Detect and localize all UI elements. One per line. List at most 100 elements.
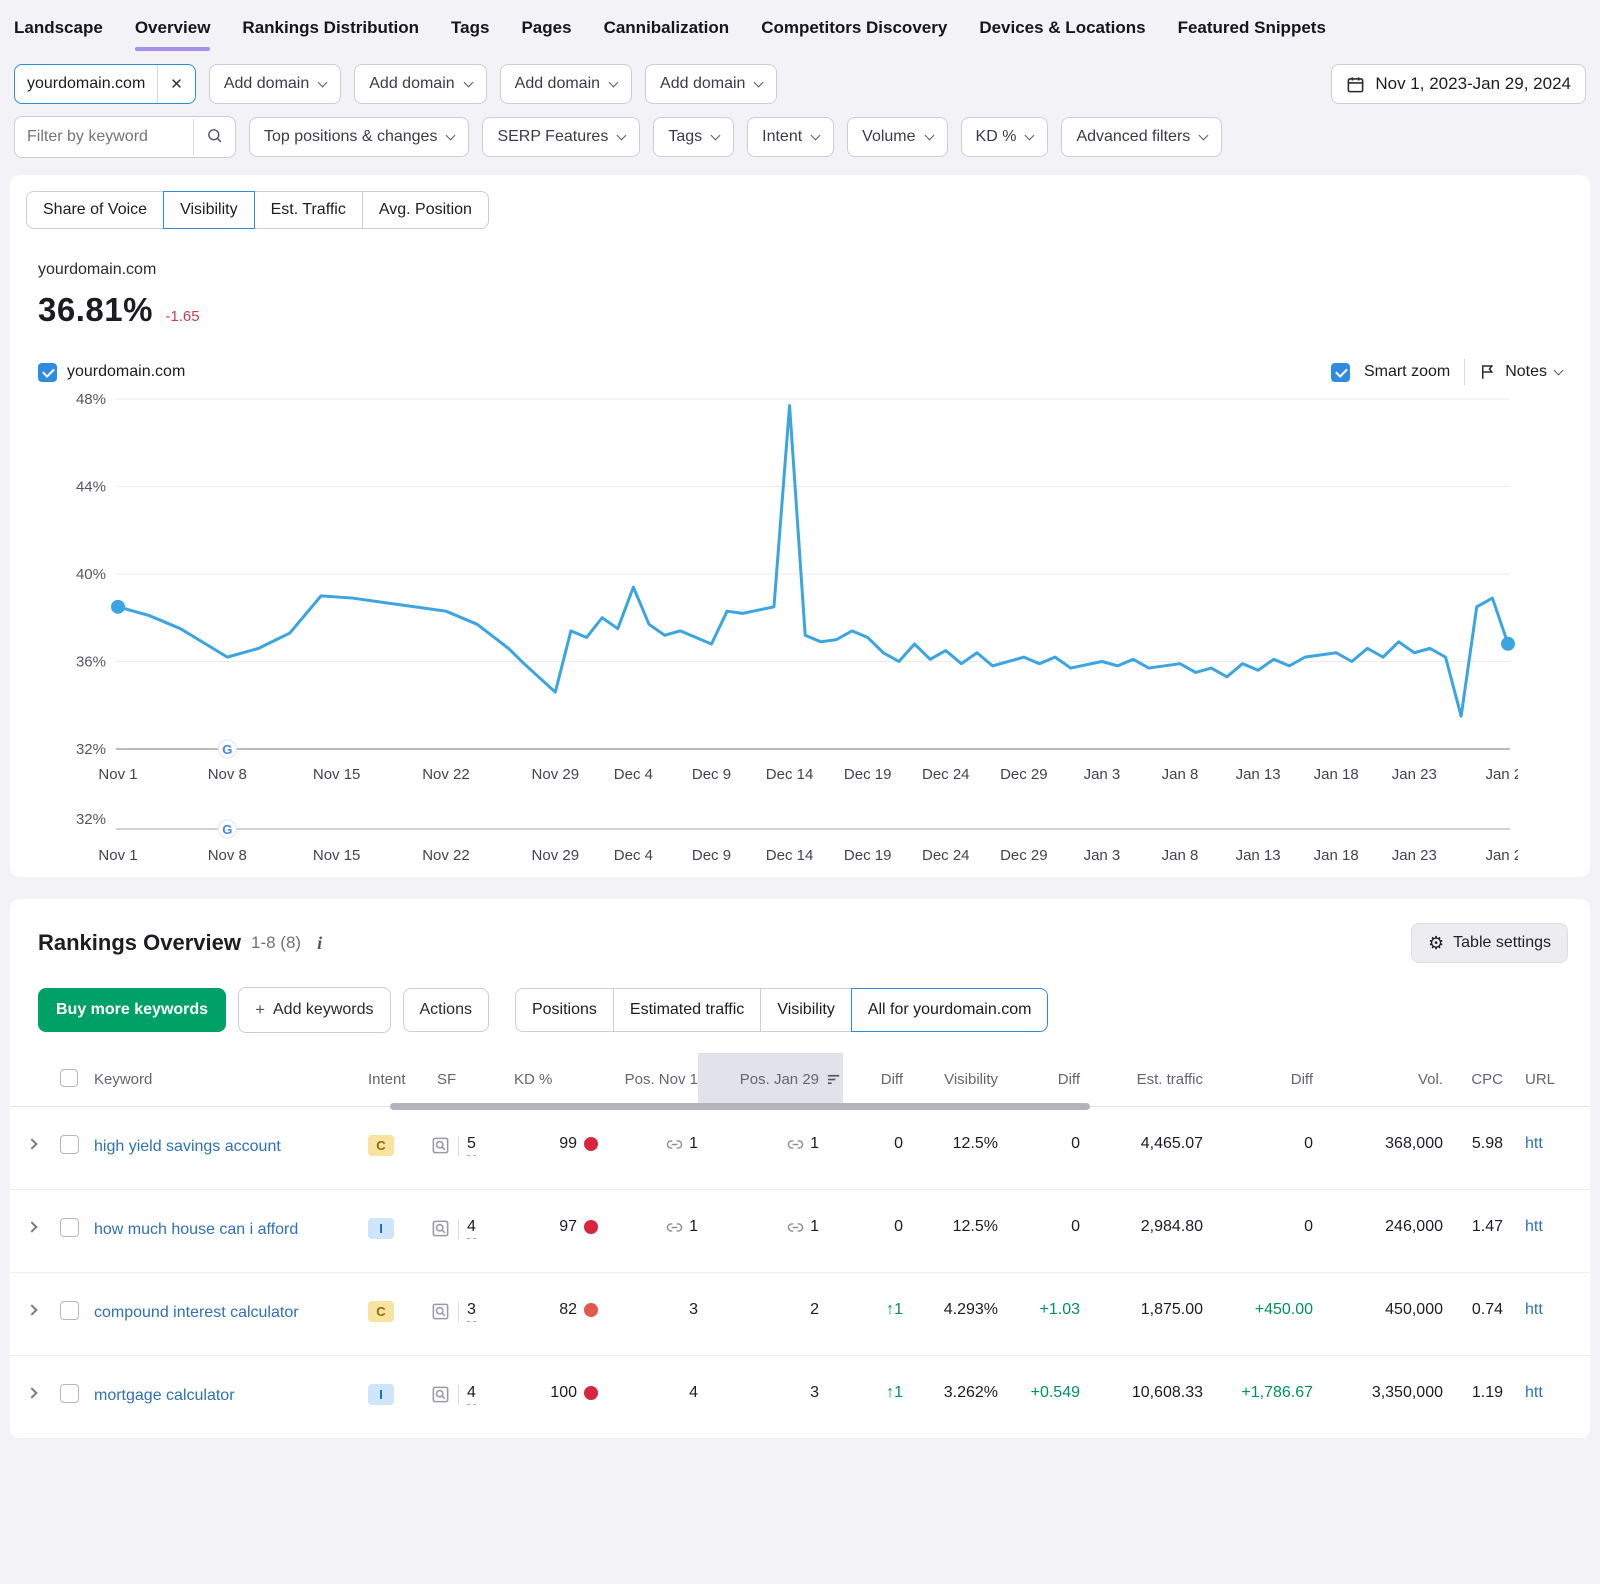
- tab-visibility[interactable]: Visibility: [163, 191, 255, 229]
- nav-tab-devices-locations[interactable]: Devices & Locations: [979, 18, 1145, 38]
- nav-tab-cannibalization[interactable]: Cannibalization: [604, 18, 730, 38]
- view-tab-visibility[interactable]: Visibility: [760, 988, 852, 1032]
- serp-features-icon[interactable]: [431, 1136, 450, 1155]
- serp-features-icon[interactable]: [431, 1219, 450, 1238]
- tab-est-traffic[interactable]: Est. Traffic: [254, 191, 363, 229]
- filter-tags[interactable]: Tags: [653, 117, 734, 157]
- col-visibility[interactable]: Visibility: [903, 1071, 998, 1088]
- col-keyword[interactable]: Keyword: [94, 1071, 368, 1088]
- remove-domain-icon[interactable]: ✕: [157, 65, 195, 103]
- smart-zoom-checkbox[interactable]: [1331, 363, 1350, 382]
- x-axis-label: Dec 24: [922, 766, 970, 783]
- intent-badge[interactable]: I: [368, 1384, 394, 1405]
- search-button[interactable]: [193, 119, 235, 155]
- url-link[interactable]: htt: [1525, 1218, 1543, 1235]
- row-checkbox[interactable]: [60, 1384, 79, 1403]
- select-all-checkbox[interactable]: [60, 1069, 78, 1087]
- col-diff-vis[interactable]: Diff: [998, 1071, 1080, 1088]
- col-pos-nov1[interactable]: Pos. Nov 1: [598, 1071, 698, 1088]
- row-checkbox[interactable]: [60, 1218, 79, 1237]
- intent-badge[interactable]: C: [368, 1301, 394, 1322]
- filter-intent[interactable]: Intent: [747, 117, 834, 157]
- rankings-table: Keyword Intent SF KD % Pos. Nov 1 Pos. J…: [10, 1053, 1590, 1439]
- filter-advanced[interactable]: Advanced filters: [1061, 117, 1222, 157]
- expand-row-icon[interactable]: [26, 1138, 37, 1149]
- date-range-picker[interactable]: Nov 1, 2023-Jan 29, 2024: [1331, 64, 1586, 104]
- col-diff-pos[interactable]: Diff: [843, 1071, 903, 1088]
- nav-tab-overview[interactable]: Overview: [135, 18, 211, 51]
- serp-features-icon[interactable]: [431, 1302, 450, 1321]
- visibility-chart-card: Share of Voice Visibility Est. Traffic A…: [10, 175, 1590, 877]
- nav-tab-rankings-distribution[interactable]: Rankings Distribution: [242, 18, 419, 38]
- keyword-filter-input[interactable]: [15, 117, 193, 157]
- keyword-link[interactable]: mortgage calculator: [94, 1384, 235, 1407]
- nav-tab-pages[interactable]: Pages: [521, 18, 571, 38]
- actions-button[interactable]: Actions: [403, 988, 489, 1032]
- col-intent[interactable]: Intent: [368, 1071, 423, 1088]
- col-kd[interactable]: KD %: [508, 1071, 598, 1088]
- line-end-dot: [1501, 637, 1515, 651]
- url-link[interactable]: htt: [1525, 1135, 1543, 1152]
- sf-count[interactable]: 4: [467, 1218, 476, 1239]
- filter-serp-features[interactable]: SERP Features: [482, 117, 640, 157]
- notes-dropdown[interactable]: Notes: [1479, 363, 1562, 381]
- nav-tab-featured-snippets[interactable]: Featured Snippets: [1178, 18, 1326, 38]
- add-domain-button-2[interactable]: Add domain: [354, 64, 486, 104]
- table-settings-button[interactable]: ⚙ Table settings: [1411, 923, 1568, 963]
- sf-count[interactable]: 5: [467, 1135, 476, 1156]
- col-volume[interactable]: Vol.: [1313, 1071, 1443, 1088]
- url-link[interactable]: htt: [1525, 1301, 1543, 1318]
- keyword-link[interactable]: compound interest calculator: [94, 1301, 299, 1324]
- tab-avg-position[interactable]: Avg. Position: [362, 191, 489, 229]
- row-checkbox[interactable]: [60, 1301, 79, 1320]
- keyword-link[interactable]: high yield savings account: [94, 1135, 281, 1158]
- sort-icon: [826, 1072, 841, 1087]
- view-tab-positions[interactable]: Positions: [515, 988, 614, 1032]
- col-est-traffic[interactable]: Est. traffic: [1080, 1071, 1203, 1088]
- col-pos-jan29[interactable]: Pos. Jan 29: [698, 1053, 843, 1106]
- info-icon[interactable]: i: [317, 933, 322, 954]
- add-domain-button-4[interactable]: Add domain: [645, 64, 777, 104]
- domain-chip[interactable]: yourdomain.com ✕: [14, 64, 196, 104]
- row-checkbox[interactable]: [60, 1135, 79, 1154]
- visibility-value: 36.81%: [38, 291, 153, 328]
- horizontal-scrollbar[interactable]: [390, 1103, 1090, 1110]
- serp-features-icon[interactable]: [431, 1385, 450, 1404]
- active-tab-underline: [135, 47, 211, 51]
- x-axis-label: Nov 1: [98, 847, 137, 864]
- intent-badge[interactable]: I: [368, 1218, 394, 1239]
- col-cpc[interactable]: CPC: [1443, 1071, 1503, 1088]
- buy-more-keywords-button[interactable]: Buy more keywords: [38, 988, 226, 1032]
- google-update-icon[interactable]: G: [222, 742, 232, 757]
- add-keywords-button[interactable]: + Add keywords: [238, 987, 390, 1033]
- tab-share-of-voice[interactable]: Share of Voice: [26, 191, 164, 229]
- add-domain-button-3[interactable]: Add domain: [500, 64, 632, 104]
- filter-volume[interactable]: Volume: [847, 117, 947, 157]
- view-tab-all-for-domain[interactable]: All for yourdomain.com: [851, 988, 1049, 1032]
- nav-tab-landscape[interactable]: Landscape: [14, 18, 103, 38]
- col-url[interactable]: URL: [1503, 1071, 1590, 1088]
- legend-domain-checkbox[interactable]: [38, 363, 57, 382]
- col-sf[interactable]: SF: [423, 1071, 508, 1088]
- chevron-down-icon: [924, 131, 934, 141]
- plus-icon: +: [255, 1000, 265, 1020]
- filter-top-positions[interactable]: Top positions & changes: [249, 117, 469, 157]
- sf-count[interactable]: 4: [467, 1384, 476, 1405]
- url-link[interactable]: htt: [1525, 1384, 1543, 1401]
- filter-kd[interactable]: KD %: [961, 117, 1049, 157]
- expand-row-icon[interactable]: [26, 1304, 37, 1315]
- sf-count[interactable]: 3: [467, 1301, 476, 1322]
- x-axis-label: Jan 29: [1485, 847, 1518, 864]
- nav-tab-competitors-discovery[interactable]: Competitors Discovery: [761, 18, 947, 38]
- expand-row-icon[interactable]: [26, 1221, 37, 1232]
- google-update-icon[interactable]: G: [222, 822, 232, 837]
- intent-badge[interactable]: C: [368, 1135, 394, 1156]
- view-tab-estimated-traffic[interactable]: Estimated traffic: [613, 988, 761, 1032]
- add-domain-button-1[interactable]: Add domain: [209, 64, 341, 104]
- keyword-link[interactable]: how much house can i afford: [94, 1218, 298, 1241]
- col-diff-traffic[interactable]: Diff: [1203, 1071, 1313, 1088]
- expand-row-icon[interactable]: [26, 1387, 37, 1398]
- nav-tab-tags[interactable]: Tags: [451, 18, 489, 38]
- traffic-diff: +1,786.67: [1203, 1384, 1313, 1402]
- x-axis-label: Nov 1: [98, 766, 137, 783]
